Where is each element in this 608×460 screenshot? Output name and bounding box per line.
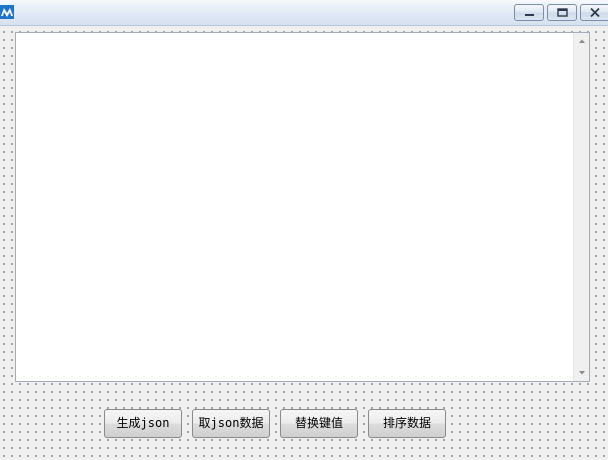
title-bar[interactable] [0, 0, 608, 26]
vertical-scrollbar[interactable] [573, 33, 589, 381]
minimize-button[interactable] [514, 4, 544, 21]
sort-data-button[interactable]: 排序数据 [368, 409, 446, 438]
fetch-json-data-button[interactable]: 取json数据 [192, 409, 270, 438]
json-text-area [15, 32, 590, 382]
json-editor-input[interactable] [16, 33, 573, 381]
maximize-button[interactable] [547, 4, 577, 21]
close-icon [590, 7, 600, 18]
scroll-up-arrow-icon [579, 39, 585, 43]
minimize-icon [525, 14, 534, 16]
main-window: 生成json 取json数据 替换键值 排序数据 [0, 0, 608, 460]
replace-key-value-button[interactable]: 替换键值 [280, 409, 358, 438]
maximize-icon [557, 8, 568, 17]
scroll-down-button[interactable] [574, 364, 590, 381]
dialog-client-area: 生成json 取json数据 替换键值 排序数据 [0, 26, 608, 460]
generate-json-button[interactable]: 生成json [104, 409, 182, 438]
close-button[interactable] [580, 4, 608, 21]
scroll-down-arrow-icon [579, 371, 585, 375]
app-logo-icon[interactable] [0, 5, 14, 19]
scroll-up-button[interactable] [574, 33, 590, 50]
